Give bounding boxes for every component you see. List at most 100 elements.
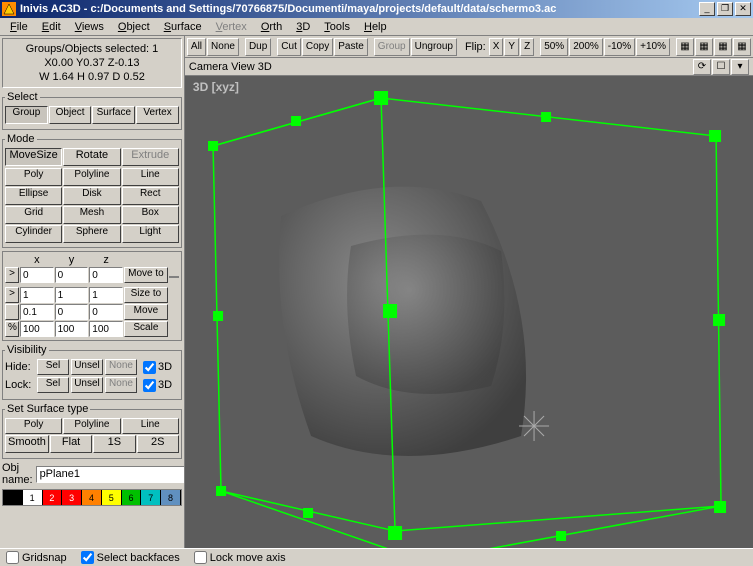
viewport-menu-button[interactable]: ▾ xyxy=(731,59,749,75)
xyz-scale-z-input[interactable] xyxy=(89,321,123,337)
xyz-sizeto-button[interactable]: Size to xyxy=(124,287,168,303)
surftype-1s-button[interactable]: 1S xyxy=(93,435,135,453)
surftype-poly-button[interactable]: Poly xyxy=(5,418,62,434)
tool-grid-button[interactable]: Grid xyxy=(5,206,62,224)
menu-surface[interactable]: Surface xyxy=(158,20,208,34)
xyz-row1-prefix[interactable]: > xyxy=(5,287,19,303)
palette-swatch-8[interactable]: 8 xyxy=(161,490,181,505)
tool-cylinder-button[interactable]: Cylinder xyxy=(5,225,62,243)
palette-swatch-5[interactable]: 5 xyxy=(102,490,122,505)
menu-views[interactable]: Views xyxy=(69,20,110,34)
vis-0-unsel-button[interactable]: Unsel xyxy=(71,359,103,375)
toolbar-layout-3-button[interactable]: ▦ xyxy=(714,38,732,56)
toolbar-flip-x-button[interactable]: X xyxy=(489,38,504,56)
surface-type-panel: Set Surface type PolyPolylineLine Smooth… xyxy=(2,403,182,459)
palette-swatch-7[interactable]: 7 xyxy=(141,490,161,505)
toolbar-dup-button[interactable]: Dup xyxy=(245,38,271,56)
xyz-sizeto-y-input[interactable] xyxy=(55,287,89,303)
surftype-smooth-button[interactable]: Smooth xyxy=(5,435,49,453)
select-surface-button[interactable]: Surface xyxy=(92,106,135,124)
tool-rect-button[interactable]: Rect xyxy=(122,187,179,205)
xyz-scale-button[interactable]: Scale xyxy=(124,321,168,337)
tool-poly-button[interactable]: Poly xyxy=(5,168,62,186)
toolbar-layout-1-button[interactable]: ▦ xyxy=(676,38,694,56)
palette-swatch-1[interactable]: 1 xyxy=(23,490,43,505)
xyz-row3-prefix[interactable]: % xyxy=(5,321,19,337)
menu-orth[interactable]: Orth xyxy=(255,20,288,34)
xyz-moveto-x-input[interactable] xyxy=(20,267,54,283)
viewport-maximize-button[interactable]: ☐ xyxy=(712,59,730,75)
menu-tools[interactable]: Tools xyxy=(318,20,356,34)
vis-0-3d-checkbox[interactable] xyxy=(143,361,156,374)
toolbar-layout-4-button[interactable]: ▦ xyxy=(733,38,751,56)
vis-1-sel-button[interactable]: Sel xyxy=(37,377,69,393)
toolbar-none-button[interactable]: None xyxy=(207,38,239,56)
tool-disk-button[interactable]: Disk xyxy=(63,187,120,205)
vis-1-3d-checkbox[interactable] xyxy=(143,379,156,392)
xyz-move-x-input[interactable] xyxy=(20,304,54,320)
gridsnap-checkbox[interactable]: Gridsnap xyxy=(6,551,67,564)
select-backfaces-checkbox[interactable]: Select backfaces xyxy=(81,551,180,564)
mode-rotate-button[interactable]: Rotate xyxy=(63,148,120,166)
palette-swatch-0[interactable] xyxy=(3,490,23,505)
toolbar-flip-y-button[interactable]: Y xyxy=(504,38,519,56)
toolbar-layout-2-button[interactable]: ▦ xyxy=(695,38,713,56)
tool-box-button[interactable]: Box xyxy=(122,206,179,224)
xyz-sizeto-z-input[interactable] xyxy=(89,287,123,303)
palette-swatch-2[interactable]: 2 xyxy=(43,490,63,505)
xyz-moveto-y-input[interactable] xyxy=(55,267,89,283)
tool-sphere-button[interactable]: Sphere xyxy=(63,225,120,243)
menu-vertex[interactable]: Vertex xyxy=(210,20,253,34)
menu-file[interactable]: File xyxy=(4,20,34,34)
3d-viewport[interactable]: 3D [xyz] xyxy=(185,76,753,548)
toolbar-paste-button[interactable]: Paste xyxy=(334,38,368,56)
mode-movesize-button[interactable]: MoveSize xyxy=(5,148,62,166)
xyz-move-button[interactable]: Move xyxy=(124,304,168,320)
maximize-button[interactable]: ❐ xyxy=(717,2,733,16)
xyz-moveto-button[interactable]: Move to xyxy=(124,267,168,283)
surftype-flat-button[interactable]: Flat xyxy=(50,435,92,453)
vis-1-unsel-button[interactable]: Unsel xyxy=(71,377,103,393)
tool-polyline-button[interactable]: Polyline xyxy=(63,168,120,186)
palette-swatch-3[interactable]: 3 xyxy=(62,490,82,505)
select-group-button[interactable]: Group xyxy=(5,106,48,124)
tool-line-button[interactable]: Line xyxy=(122,168,179,186)
minimize-button[interactable]: _ xyxy=(699,2,715,16)
palette-swatch-6[interactable]: 6 xyxy=(122,490,142,505)
menu-object[interactable]: Object xyxy=(112,20,156,34)
tool-light-button[interactable]: Light xyxy=(122,225,179,243)
close-button[interactable]: ✕ xyxy=(735,2,751,16)
menu-help[interactable]: Help xyxy=(358,20,393,34)
select-vertex-button[interactable]: Vertex xyxy=(136,106,179,124)
toolbar-ungroup-button[interactable]: Ungroup xyxy=(411,38,457,56)
vis-0-sel-button[interactable]: Sel xyxy=(37,359,69,375)
toolbar-copy-button[interactable]: Copy xyxy=(302,38,333,56)
xyz-moveto-z-input[interactable] xyxy=(89,267,123,283)
xyz-move-z-input[interactable] xyxy=(89,304,123,320)
objname-input[interactable] xyxy=(36,466,185,483)
xyz-scrollbar[interactable] xyxy=(169,276,179,278)
xyz-scale-x-input[interactable] xyxy=(20,321,54,337)
toolbar-zoom-plus10pct-button[interactable]: +10% xyxy=(636,38,670,56)
menu-edit[interactable]: Edit xyxy=(36,20,67,34)
toolbar-all-button[interactable]: All xyxy=(187,38,206,56)
toolbar-cut-button[interactable]: Cut xyxy=(277,38,301,56)
toolbar-zoom-minus10pct-button[interactable]: -10% xyxy=(604,38,635,56)
toolbar-zoom-200pct-button[interactable]: 200% xyxy=(569,38,603,56)
toolbar-zoom-50pct-button[interactable]: 50% xyxy=(540,38,568,56)
surftype-polyline-button[interactable]: Polyline xyxy=(63,418,120,434)
tool-mesh-button[interactable]: Mesh xyxy=(63,206,120,224)
lock-move-axis-checkbox[interactable]: Lock move axis xyxy=(194,551,286,564)
toolbar-flip-z-button[interactable]: Z xyxy=(520,38,534,56)
xyz-scale-y-input[interactable] xyxy=(55,321,89,337)
xyz-row0-prefix[interactable]: > xyxy=(5,267,19,283)
select-object-button[interactable]: Object xyxy=(49,106,92,124)
palette-swatch-4[interactable]: 4 xyxy=(82,490,102,505)
surftype-2s-button[interactable]: 2S xyxy=(137,435,179,453)
xyz-sizeto-x-input[interactable] xyxy=(20,287,54,303)
xyz-move-y-input[interactable] xyxy=(55,304,89,320)
menu-3d[interactable]: 3D xyxy=(290,20,316,34)
tool-ellipse-button[interactable]: Ellipse xyxy=(5,187,62,205)
viewport-refresh-button[interactable]: ⟳ xyxy=(693,59,711,75)
surftype-line-button[interactable]: Line xyxy=(122,418,179,434)
